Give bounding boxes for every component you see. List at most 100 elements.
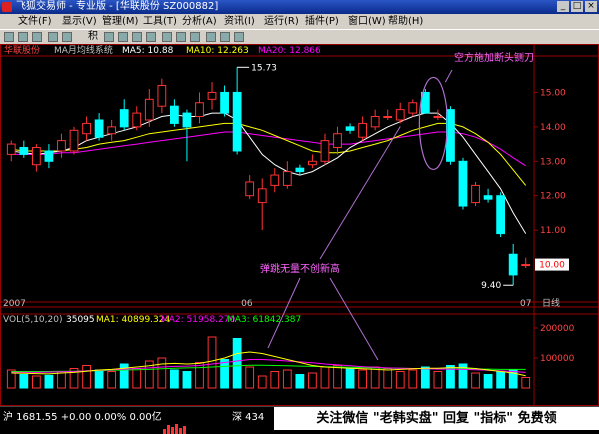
candle-up <box>82 122 91 135</box>
volume-bar-up <box>471 372 480 389</box>
candle-up <box>383 116 393 119</box>
save-icon[interactable] <box>18 32 28 42</box>
sz-index-status: 深 434 <box>232 412 265 423</box>
forward-icon[interactable] <box>62 32 72 42</box>
volume-bar-down <box>295 374 305 389</box>
menu-file[interactable]: 文件(F) <box>18 14 52 29</box>
candle-up <box>195 102 204 118</box>
volume-bar-up <box>433 371 443 389</box>
draw-icon[interactable] <box>162 32 172 42</box>
menu-help[interactable]: 帮助(H) <box>388 14 423 29</box>
menu-tools[interactable]: 工具(T) <box>143 14 177 29</box>
alert-icon[interactable] <box>234 32 244 42</box>
candle-up <box>370 116 380 128</box>
candle-down <box>483 195 493 200</box>
mini-volume-bars <box>163 412 203 434</box>
volume-bar-down <box>345 368 355 389</box>
candle-up <box>308 160 317 166</box>
candle-up <box>157 85 167 107</box>
vol-ma2-value: MA2: 51958.270 <box>161 315 235 325</box>
volume-bar-up <box>57 371 66 389</box>
candle-up <box>320 140 330 162</box>
menu-window[interactable]: 窗口(W) <box>348 14 386 29</box>
candle-up <box>358 122 367 138</box>
menu-analysis[interactable]: 分析(A) <box>182 14 217 29</box>
stock-name-label: 华联股份 <box>4 44 40 56</box>
chart-type-icon[interactable] <box>104 32 114 42</box>
annotation-top-label: 空方施加断头铡刀 <box>454 51 534 64</box>
app-icon <box>2 2 12 12</box>
candle-up <box>69 129 79 152</box>
volume-bar-down <box>94 369 104 389</box>
volume-bar-down <box>182 371 192 389</box>
current-price-label: 10.00 <box>539 261 565 271</box>
candle-down <box>220 91 229 114</box>
candle-up <box>521 264 531 267</box>
volume-indicator-name: VOL(5,10,20) <box>3 315 62 325</box>
menu-view[interactable]: 显示(V) <box>62 14 97 29</box>
volume-bar-up <box>31 375 41 389</box>
vol-ma3-value: MA3: 61842.387 <box>227 315 301 325</box>
menu-info[interactable]: 资讯(I) <box>224 14 255 29</box>
candle-up <box>57 140 66 152</box>
volume-bar-up <box>245 366 255 389</box>
candle-up <box>132 112 142 128</box>
candle-down <box>508 253 518 276</box>
volume-tick-label: 100000 <box>540 354 575 364</box>
screener-icon[interactable] <box>190 32 200 42</box>
candle-up <box>333 133 342 149</box>
volume-bar-up <box>107 371 117 389</box>
open-icon[interactable] <box>4 32 14 42</box>
print-icon[interactable] <box>32 32 42 42</box>
title-bar: 飞狐交易师 - 专业版 - [华联股份 SZ000882] _ □ × <box>0 0 599 14</box>
volume-bar-up <box>282 369 292 389</box>
candle-up <box>245 181 255 197</box>
candle-up <box>270 174 280 186</box>
volume-bar-down <box>496 371 506 389</box>
chart-area[interactable]: 11.00 12.00 13.00 14.00 15.00 200000 100000 华联股… <box>0 44 599 406</box>
volume-bar-down <box>170 369 179 389</box>
minimize-button[interactable]: _ <box>557 1 569 12</box>
candle-up <box>471 184 480 204</box>
stock-chart[interactable]: 11.00 12.00 13.00 14.00 15.00 200000 100000 华联股… <box>0 44 599 406</box>
ma20-value: MA20: 12.866 <box>258 46 321 56</box>
candle-up <box>282 171 292 186</box>
volume-bar-down <box>232 338 242 389</box>
menu-manage[interactable]: 管理(M) <box>102 14 138 29</box>
candle-up <box>107 126 117 135</box>
zoom-out-icon[interactable] <box>146 32 156 42</box>
volume-bar-up <box>320 366 330 389</box>
back-icon[interactable] <box>48 32 58 42</box>
menu-run[interactable]: 运行(R) <box>264 14 299 29</box>
volume-bar-up <box>333 365 342 389</box>
menu-plugins[interactable]: 插件(P) <box>305 14 339 29</box>
candle-up <box>433 116 443 119</box>
y-tick-label: 11.00 <box>540 226 566 236</box>
candle-down <box>295 167 305 173</box>
volume-value: 35095 <box>66 315 95 325</box>
candle-down <box>119 109 129 128</box>
candle-down <box>496 195 506 235</box>
y-tick-label: 13.00 <box>540 157 566 167</box>
window-title: 飞狐交易师 - 专业版 - [华联股份 SZ000882] <box>16 1 219 12</box>
f10-icon[interactable] <box>206 32 216 42</box>
candle-down <box>182 112 192 128</box>
status-bar: 沪 1681.55 +0.00 0.00% 0.00亿 深 434 关注微信 "… <box>0 406 599 434</box>
volume-bar-up <box>207 336 217 389</box>
period-selector[interactable]: 积 <box>88 30 98 44</box>
candle-down <box>94 119 104 138</box>
candle-down <box>170 105 179 124</box>
volume-bar-down <box>44 374 54 389</box>
formula-icon[interactable] <box>176 32 186 42</box>
candle-up <box>6 143 16 155</box>
close-button[interactable]: × <box>585 1 597 12</box>
news-icon[interactable] <box>220 32 230 42</box>
zoom-in-icon[interactable] <box>132 32 142 42</box>
window-controls: _ □ × <box>557 1 597 12</box>
volume-bar-down <box>220 359 229 389</box>
vol-ma1-value: MA1: 40899.324 <box>96 315 170 325</box>
volume-bar-up <box>157 357 167 389</box>
low-price-label: 9.40 <box>481 281 501 291</box>
maximize-button[interactable]: □ <box>571 1 583 12</box>
indicator-icon[interactable] <box>118 32 128 42</box>
